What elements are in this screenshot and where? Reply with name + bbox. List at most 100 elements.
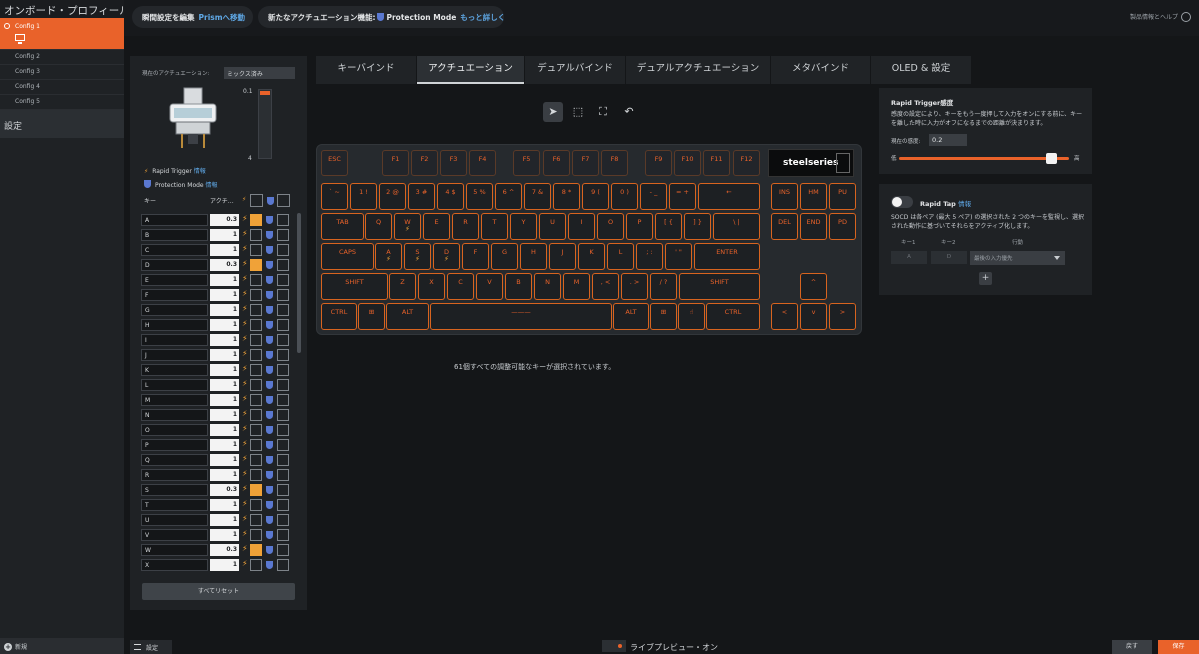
keyboard-key[interactable]: Z <box>389 273 416 300</box>
sidebar-item-config-4[interactable]: Config 4 <box>0 80 124 95</box>
add-pair-button[interactable]: + <box>979 272 992 285</box>
key-actuation-value[interactable]: 1 <box>210 424 239 436</box>
key-actuation-value[interactable]: 1 <box>210 304 239 316</box>
keyboard-key[interactable]: I <box>568 213 595 240</box>
protection-mode-checkbox[interactable] <box>277 439 289 451</box>
live-preview-toggle[interactable]: ライブプレビュー・オン <box>602 640 718 653</box>
keyboard-key[interactable]: INS <box>771 183 798 210</box>
help-link[interactable]: 製品情報とヘルプ <box>1130 12 1191 22</box>
protection-mode-checkbox[interactable] <box>277 469 289 481</box>
revert-button[interactable]: 戻す <box>1112 640 1152 654</box>
sidebar-item-config-1[interactable]: Config 1 <box>0 18 124 50</box>
rapid-trigger-info-link[interactable]: 情報 <box>194 168 206 175</box>
key-actuation-value[interactable]: 1 <box>210 364 239 376</box>
keyboard-key[interactable]: R <box>452 213 479 240</box>
rt-slider-thumb[interactable] <box>1046 153 1057 164</box>
protection-mode-checkbox[interactable] <box>277 364 289 376</box>
keyboard-key[interactable]: K <box>578 243 605 270</box>
keyboard-key[interactable]: F1 <box>382 150 409 176</box>
keyboard-key[interactable]: PU <box>829 183 856 210</box>
rapid-trigger-checkbox[interactable] <box>250 259 262 271</box>
key-actuation-value[interactable]: 0.3 <box>210 214 239 226</box>
protection-mode-checkbox[interactable] <box>277 484 289 496</box>
keyboard-key[interactable]: 1 ! <box>350 183 377 210</box>
key-list-scrollbar[interactable] <box>297 213 301 353</box>
keyboard-key[interactable]: F9 <box>645 150 672 176</box>
keyboard-key[interactable]: [ { <box>655 213 682 240</box>
protection-mode-checkbox[interactable] <box>277 289 289 301</box>
rapid-trigger-checkbox[interactable] <box>250 244 262 256</box>
keyboard-key[interactable]: ^ <box>800 273 827 300</box>
keyboard-key[interactable]: ; : <box>636 243 663 270</box>
keyboard-key[interactable]: 9 ( <box>582 183 609 210</box>
keyboard-key[interactable]: M <box>563 273 590 300</box>
key-actuation-value[interactable]: 1 <box>210 514 239 526</box>
protection-mode-checkbox[interactable] <box>277 244 289 256</box>
keyboard-key[interactable]: F2 <box>411 150 438 176</box>
tab-oled-settings[interactable]: OLED & 設定 <box>871 56 971 84</box>
keyboard-key[interactable]: ← <box>698 183 760 210</box>
key-actuation-value[interactable]: 1 <box>210 499 239 511</box>
protection-mode-checkbox[interactable] <box>277 559 289 571</box>
protection-mode-info-link[interactable]: 情報 <box>206 182 218 189</box>
rapid-trigger-checkbox[interactable] <box>250 304 262 316</box>
sidebar-item-config-3[interactable]: Config 3 <box>0 65 124 80</box>
rapid-trigger-checkbox[interactable] <box>250 274 262 286</box>
keyboard-key[interactable]: O <box>597 213 624 240</box>
key-actuation-value[interactable]: 1 <box>210 274 239 286</box>
keyboard-key[interactable]: L <box>607 243 634 270</box>
key-actuation-value[interactable]: 1 <box>210 409 239 421</box>
select-all-protection-checkbox[interactable] <box>277 194 290 207</box>
key-actuation-value[interactable]: 1 <box>210 244 239 256</box>
protection-mode-checkbox[interactable] <box>277 544 289 556</box>
key2-field[interactable]: D <box>931 251 967 264</box>
keyboard-key[interactable]: D ⚡ <box>433 243 460 270</box>
rapid-trigger-checkbox[interactable] <box>250 379 262 391</box>
protection-mode-checkbox[interactable] <box>277 514 289 526</box>
keyboard-key[interactable]: ] } <box>684 213 711 240</box>
keyboard-key[interactable]: ALT <box>386 303 429 330</box>
rt-slider-track[interactable] <box>899 157 1069 160</box>
keyboard-key[interactable]: F8 <box>601 150 628 176</box>
keyboard-key[interactable]: G <box>491 243 518 270</box>
key-actuation-value[interactable]: 1 <box>210 319 239 331</box>
keyboard-key[interactable]: 4 $ <box>437 183 464 210</box>
rapid-trigger-checkbox[interactable] <box>250 469 262 481</box>
rt-current-value[interactable]: 0.2 <box>929 134 967 146</box>
save-button[interactable]: 保存 <box>1158 640 1199 654</box>
keyboard-key[interactable]: \ | <box>713 213 760 240</box>
rapid-trigger-checkbox[interactable] <box>250 454 262 466</box>
keyboard-key[interactable]: F10 <box>674 150 701 176</box>
keyboard-key[interactable]: A ⚡ <box>375 243 402 270</box>
keyboard-key[interactable]: CTRL <box>706 303 760 330</box>
sidebar-settings[interactable]: 設定 <box>0 110 124 138</box>
key-actuation-value[interactable]: 1 <box>210 229 239 241</box>
keyboard-key[interactable]: F <box>462 243 489 270</box>
key-actuation-value[interactable]: 0.3 <box>210 484 239 496</box>
protection-mode-checkbox[interactable] <box>277 409 289 421</box>
rapid-trigger-checkbox[interactable] <box>250 214 262 226</box>
keyboard-key[interactable]: 6 ^ <box>495 183 522 210</box>
keyboard-key[interactable]: v <box>800 303 827 330</box>
keyboard-key[interactable]: 2 @ <box>379 183 406 210</box>
keyboard-key[interactable]: F4 <box>469 150 496 176</box>
keyboard-key[interactable]: 8 * <box>553 183 580 210</box>
tab-dual-actuation[interactable]: デュアルアクチュエーション <box>626 56 770 84</box>
protection-mode-checkbox[interactable] <box>277 274 289 286</box>
settings-button[interactable]: 設定 <box>130 640 172 654</box>
keyboard-key[interactable]: > <box>829 303 856 330</box>
protection-mode-checkbox[interactable] <box>277 529 289 541</box>
keyboard-key[interactable]: 0 ) <box>611 183 638 210</box>
rapid-tap-toggle[interactable] <box>891 196 913 208</box>
keyboard-key[interactable]: B <box>505 273 532 300</box>
prism-link[interactable]: Prismへ移動 <box>199 13 246 22</box>
learn-more-link[interactable]: もっと詳しく <box>460 13 505 22</box>
key-actuation-value[interactable]: 1 <box>210 559 239 571</box>
undo-icon[interactable]: ↶ <box>619 102 639 122</box>
keyboard-key[interactable]: C <box>447 273 474 300</box>
key-actuation-value[interactable]: 1 <box>210 394 239 406</box>
keyboard-key[interactable]: , < <box>592 273 619 300</box>
keyboard-key[interactable]: . > <box>621 273 648 300</box>
protection-mode-checkbox[interactable] <box>277 334 289 346</box>
keyboard-key[interactable]: SHIFT <box>321 273 388 300</box>
